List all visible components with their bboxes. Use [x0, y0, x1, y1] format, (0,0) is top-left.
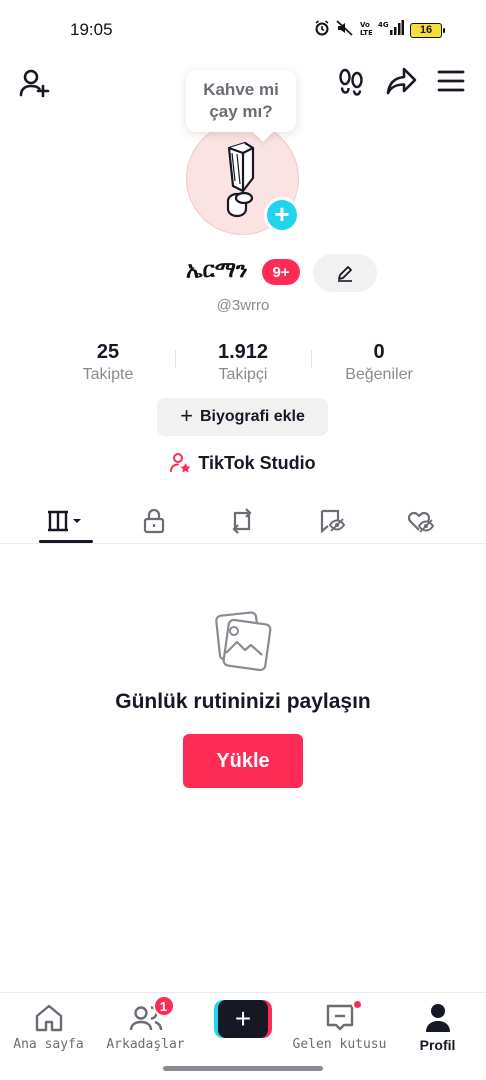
svg-text:LTE: LTE: [360, 29, 372, 36]
status-icons: Vo LTE 4G 16: [314, 20, 445, 40]
plus-icon: +: [180, 403, 193, 428]
add-bio-button[interactable]: + Biyografi ekle: [157, 398, 328, 436]
svg-text:4G: 4G: [378, 21, 389, 29]
profile-views-button[interactable]: [334, 64, 368, 98]
home-indicator[interactable]: [163, 1066, 323, 1071]
add-bio-label: Biyografi ekle: [199, 408, 305, 425]
plus-icon: +: [218, 1000, 268, 1038]
tiktok-studio-label: TikTok Studio: [198, 452, 316, 473]
nav-profile[interactable]: Profil: [389, 1001, 486, 1053]
stat-label: Takipte: [82, 366, 134, 383]
name-row: ኤርማን 9+: [0, 254, 486, 292]
nav-profile-label: Profil: [419, 1037, 456, 1053]
stat-value: 0: [373, 341, 385, 363]
inbox-dot: [351, 999, 363, 1010]
tab-liked[interactable]: [390, 498, 450, 544]
tab-favorites[interactable]: [302, 498, 362, 544]
profile-stats: 25 Takipte 1.912 Takipçi 0 Beğeniler: [0, 340, 486, 390]
friends-icon: 1: [129, 995, 175, 1035]
volte-icon: Vo LTE: [360, 20, 373, 40]
liked-icon: [407, 511, 435, 533]
create-button[interactable]: +: [214, 1000, 272, 1038]
tooltip-line-1: Kahve mi: [203, 80, 279, 99]
repost-icon: [232, 508, 252, 534]
favorites-icon: [320, 509, 346, 534]
display-name: ኤርማን: [186, 258, 248, 283]
nav-inbox-label: Gelen kutusu: [292, 1037, 387, 1052]
stat-label: Takipçi: [218, 366, 268, 383]
tab-reposts[interactable]: [212, 498, 272, 544]
stat-value: 25: [96, 341, 120, 363]
active-tab-indicator: [39, 540, 93, 543]
plus-icon: +: [274, 199, 290, 229]
nav-friends-label: Arkadaşlar: [106, 1037, 185, 1052]
friends-badge: 1: [152, 995, 175, 1017]
nav-inbox[interactable]: Gelen kutusu: [291, 999, 388, 1052]
notification-badge[interactable]: 9+: [262, 259, 300, 285]
status-bar: 19:05 Vo LTE 4G 16: [0, 0, 486, 62]
creator-star-icon: [170, 453, 191, 473]
signal-icon: 4G: [378, 20, 404, 40]
home-icon: [33, 1001, 65, 1035]
lock-icon: [143, 508, 165, 534]
nav-friends[interactable]: 1 Arkadaşlar: [97, 995, 194, 1052]
share-profile-button[interactable]: [384, 64, 420, 98]
avatar-add-button[interactable]: +: [264, 197, 300, 233]
mute-icon: [336, 20, 354, 40]
svg-text:Vo: Vo: [360, 21, 370, 29]
alarm-icon: [314, 20, 330, 40]
hamburger-menu-icon: [437, 70, 465, 92]
tab-private[interactable]: [124, 498, 184, 544]
stat-followers[interactable]: 1.912 Takipçi: [178, 340, 308, 386]
empty-state-title: Günlük rutininizi paylaşın: [115, 690, 371, 713]
avatar-tooltip[interactable]: Kahve mi çay mı?: [186, 70, 296, 132]
share-arrow-icon: [386, 67, 417, 95]
person-plus-icon: [19, 69, 50, 98]
username-handle: @3wrro: [216, 297, 270, 314]
pencil-icon: [338, 266, 352, 282]
upload-button[interactable]: Yükle: [183, 734, 303, 788]
footprints-icon: [339, 68, 363, 96]
edit-profile-button[interactable]: [313, 254, 377, 292]
videos-grid-icon: [48, 510, 81, 532]
tab-videos[interactable]: [36, 498, 96, 544]
stat-value: 1.912: [217, 341, 269, 363]
battery-icon: 16: [410, 22, 445, 38]
stat-likes[interactable]: 0 Beğeniler: [314, 340, 444, 386]
add-friend-button[interactable]: [16, 66, 52, 100]
tiktok-studio-link[interactable]: TikTok Studio: [0, 452, 486, 474]
menu-button[interactable]: [434, 66, 468, 96]
content-tabs: [0, 498, 486, 544]
stat-divider: [175, 350, 176, 368]
stat-label: Beğeniler: [345, 366, 413, 383]
profile-icon: [424, 1001, 452, 1035]
nav-home-label: Ana sayfa: [13, 1037, 84, 1052]
status-time: 19:05: [70, 20, 113, 39]
inbox-icon: [324, 999, 363, 1035]
stat-divider: [311, 350, 312, 368]
photos-icon: [212, 610, 274, 672]
tooltip-line-2: çay mı?: [209, 102, 273, 121]
nav-home[interactable]: Ana sayfa: [0, 1001, 97, 1052]
stat-following[interactable]: 25 Takipte: [43, 340, 173, 386]
